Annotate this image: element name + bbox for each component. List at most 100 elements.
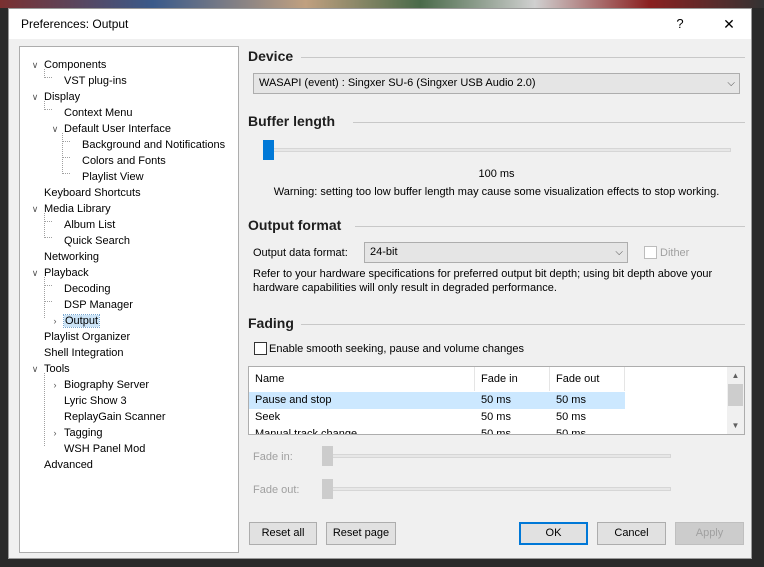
tree-item-label: Shell Integration — [44, 347, 124, 359]
expand-icon[interactable]: ∨ — [30, 265, 40, 281]
collapsed-icon[interactable]: › — [50, 377, 60, 393]
expand-icon[interactable]: ∨ — [30, 201, 40, 217]
tree-item-shell-integration[interactable]: Shell Integration — [44, 345, 124, 361]
preferences-tree[interactable]: ∨ Components VST plug-ins ∨ Display Cont… — [19, 46, 239, 553]
output-format-value: 24-bit — [370, 246, 398, 258]
enable-fading-label: Enable smooth seeking, pause and volume … — [269, 343, 525, 355]
row-fade-in: 50 ms — [481, 428, 511, 435]
tree-item-tools[interactable]: ∨ Tools — [32, 361, 70, 377]
tree-item-lyric-show[interactable]: Lyric Show 3 — [64, 393, 127, 409]
dither-checkbox[interactable] — [644, 246, 657, 259]
enable-fading-checkbox[interactable] — [254, 342, 267, 355]
close-icon[interactable]: ✕ — [709, 13, 749, 35]
collapsed-icon[interactable]: › — [50, 313, 60, 329]
section-divider — [301, 324, 745, 325]
fading-list-scrollbar[interactable]: ▲ ▼ — [727, 367, 744, 434]
tree-item-tagging[interactable]: › Tagging — [54, 425, 103, 441]
tree-item-playlist-organizer[interactable]: Playlist Organizer — [44, 329, 130, 345]
list-item[interactable]: Pause and stop 50 ms 50 ms — [249, 392, 625, 409]
output-format-heading: Output format — [248, 217, 342, 233]
section-divider — [301, 57, 745, 58]
scroll-down-icon[interactable]: ▼ — [727, 417, 744, 434]
expand-icon[interactable]: ∨ — [30, 89, 40, 105]
tree-item-biography-server[interactable]: › Biography Server — [54, 377, 150, 393]
reset-page-button[interactable]: Reset page — [326, 522, 396, 545]
tree-item-networking[interactable]: Networking — [44, 249, 99, 265]
row-fade-out: 50 ms — [556, 428, 586, 435]
apply-button[interactable]: Apply — [675, 522, 744, 545]
column-header-name[interactable]: Name — [249, 367, 475, 391]
tree-item-label: Advanced — [44, 459, 93, 471]
section-divider — [353, 122, 745, 123]
tree-item-label: Background and Notifications — [82, 139, 226, 151]
row-name: Seek — [255, 411, 281, 423]
tree-item-label: Playback — [44, 267, 89, 279]
fade-in-slider-thumb[interactable] — [322, 446, 333, 466]
desktop-background — [0, 0, 764, 8]
column-header-fade-in[interactable]: Fade in — [475, 367, 550, 391]
tree-item-label: Tagging — [64, 427, 103, 439]
expand-icon[interactable]: ∨ — [50, 121, 60, 137]
tree-item-vst-plugins[interactable]: VST plug-ins — [64, 73, 127, 89]
tree-item-playback[interactable]: ∨ Playback — [32, 265, 89, 281]
tree-item-album-list[interactable]: Album List — [64, 217, 115, 233]
scrollbar-thumb[interactable] — [728, 384, 743, 406]
tree-item-colors-fonts[interactable]: Colors and Fonts — [82, 153, 166, 169]
tree-item-dsp-manager[interactable]: DSP Manager — [64, 297, 133, 313]
row-name: Pause and stop — [255, 394, 332, 406]
tree-item-display[interactable]: ∨ Display — [32, 89, 80, 105]
title-bar: Preferences: Output ? ✕ — [9, 9, 751, 39]
buffer-value: 100 ms — [478, 168, 515, 180]
help-icon[interactable]: ? — [665, 13, 695, 35]
tree-item-keyboard-shortcuts[interactable]: Keyboard Shortcuts — [44, 185, 141, 201]
tree-item-replaygain-scanner[interactable]: ReplayGain Scanner — [64, 409, 166, 425]
tree-item-context-menu[interactable]: Context Menu — [64, 105, 132, 121]
fade-out-slider-thumb[interactable] — [322, 479, 333, 499]
tree-item-media-library[interactable]: ∨ Media Library — [32, 201, 111, 217]
column-header-fade-out[interactable]: Fade out — [550, 367, 625, 391]
fade-out-slider-track[interactable] — [325, 487, 671, 491]
tree-item-label: WSH Panel Mod — [64, 443, 146, 455]
tree-item-label: Networking — [44, 251, 100, 263]
chevron-down-icon: ⌵ — [615, 247, 623, 258]
ok-button[interactable]: OK — [519, 522, 588, 545]
collapsed-icon[interactable]: › — [50, 425, 60, 441]
fading-list[interactable]: Name Fade in Fade out Pause and stop 50 … — [248, 366, 745, 435]
expand-icon[interactable]: ∨ — [30, 361, 40, 377]
tree-item-label: Context Menu — [64, 107, 133, 119]
fade-in-slider-track[interactable] — [325, 454, 671, 458]
reset-all-button[interactable]: Reset all — [249, 522, 317, 545]
output-format-select[interactable]: 24-bit ⌵ — [364, 242, 628, 263]
output-format-label: Output data format: — [253, 247, 348, 259]
list-item[interactable]: Manual track change 50 ms 50 ms — [249, 426, 625, 435]
preferences-window: Preferences: Output ? ✕ ∨ Components VST… — [8, 8, 752, 559]
dither-label: Dither — [660, 247, 690, 259]
section-divider — [355, 226, 745, 227]
tree-item-label: Output — [62, 314, 101, 328]
buffer-slider-thumb[interactable] — [263, 140, 274, 160]
tree-item-output[interactable]: › Output — [54, 313, 101, 329]
row-fade-in: 50 ms — [481, 411, 511, 423]
device-select[interactable]: WASAPI (event) : Singxer SU-6 (Singxer U… — [253, 73, 740, 94]
tree-item-advanced[interactable]: Advanced — [44, 457, 93, 473]
tree-item-label: Default User Interface — [64, 123, 171, 135]
output-format-note-1: Refer to your hardware specifications fo… — [253, 268, 713, 280]
tree-item-decoding[interactable]: Decoding — [64, 281, 110, 297]
tree-item-playlist-view[interactable]: Playlist View — [82, 169, 144, 185]
tree-item-background-notifications[interactable]: Background and Notifications — [82, 137, 225, 153]
buffer-slider-track[interactable] — [263, 148, 731, 152]
tree-item-quick-search[interactable]: Quick Search — [64, 233, 130, 249]
tree-item-label: Playlist Organizer — [44, 331, 131, 343]
list-item[interactable]: Seek 50 ms 50 ms — [249, 409, 625, 426]
expand-icon[interactable]: ∨ — [30, 57, 40, 73]
row-fade-in: 50 ms — [481, 394, 511, 406]
tree-item-default-user-interface[interactable]: ∨ Default User Interface — [52, 121, 171, 137]
cancel-button[interactable]: Cancel — [597, 522, 666, 545]
tree-item-wsh-panel-mod[interactable]: WSH Panel Mod — [64, 441, 145, 457]
window-title: Preferences: Output — [21, 17, 129, 31]
tree-item-label: Tools — [44, 363, 70, 375]
scroll-up-icon[interactable]: ▲ — [727, 367, 744, 384]
tree-item-components[interactable]: ∨ Components — [32, 57, 107, 73]
output-format-note-2: hardware capabilities will only result i… — [253, 282, 557, 294]
buffer-warning: Warning: setting too low buffer length m… — [273, 186, 720, 198]
